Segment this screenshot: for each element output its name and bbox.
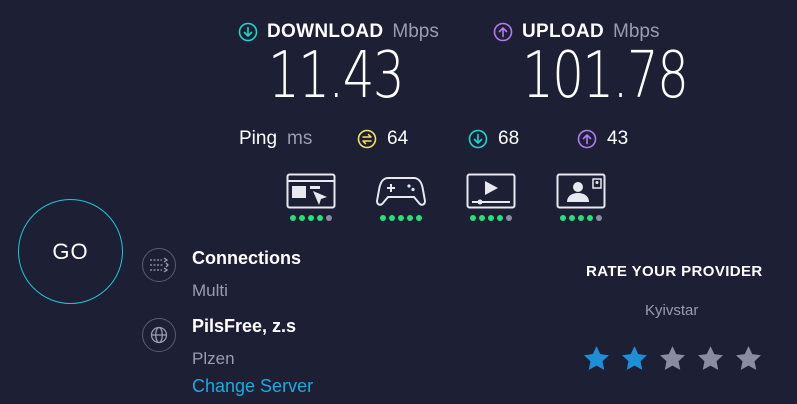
quality-dot-filled	[299, 215, 305, 221]
star-icon[interactable]	[696, 344, 725, 373]
quality-dot-filled	[488, 215, 494, 221]
download-value: 11.43	[268, 39, 405, 113]
globe-icon	[150, 326, 168, 344]
provider-name: Kyivstar	[645, 302, 699, 319]
experience-web-browsing	[286, 173, 336, 221]
quality-dot-filled	[569, 215, 575, 221]
quality-dot-filled	[317, 215, 323, 221]
quality-dot-filled	[497, 215, 503, 221]
experience-dots	[556, 215, 606, 221]
server-name: PilsFree, z.s	[192, 316, 297, 336]
experience-dots	[286, 215, 336, 221]
ping-upload-value: 43	[607, 128, 629, 149]
gaming-controller-icon	[376, 177, 426, 206]
quality-dot-filled	[398, 215, 404, 221]
experience-video-call	[556, 173, 606, 221]
ping-idle-value: 64	[387, 128, 409, 149]
star-icon[interactable]	[582, 344, 611, 373]
video-call-icon	[556, 173, 606, 209]
idle-latency-icon	[357, 129, 377, 149]
quality-dot-filled	[479, 215, 485, 221]
go-button[interactable]: GO	[18, 199, 123, 304]
quality-dot-filled	[578, 215, 584, 221]
server-location: Plzen	[192, 349, 235, 368]
experience-streaming	[466, 173, 516, 221]
connections-icon	[150, 257, 169, 273]
quality-dot-filled	[380, 215, 386, 221]
star-icon[interactable]	[658, 344, 687, 373]
connections-icon-wrap	[142, 248, 176, 282]
rating-stars	[582, 344, 763, 373]
experience-dots	[376, 215, 426, 221]
ping-label: Ping	[239, 128, 278, 149]
quality-dot-empty	[596, 215, 602, 221]
quality-dot-filled	[407, 215, 413, 221]
quality-dot-filled	[290, 215, 296, 221]
quality-dot-empty	[326, 215, 332, 221]
connections-value: Multi	[192, 281, 228, 300]
connections-title: Connections	[192, 248, 302, 268]
quality-dot-filled	[416, 215, 422, 221]
star-icon[interactable]	[734, 344, 763, 373]
quality-dot-filled	[587, 215, 593, 221]
upload-arrow-icon	[493, 22, 513, 42]
ping-label-group: Ping ms	[239, 128, 312, 150]
web-browsing-icon	[286, 173, 336, 209]
quality-dot-filled	[560, 215, 566, 221]
results-panel: DOWNLOAD Mbps 11.43 UPLOAD Mbps 101.78 P…	[0, 0, 797, 404]
star-icon[interactable]	[620, 344, 649, 373]
ping-download: 68	[468, 128, 519, 150]
quality-dot-empty	[506, 215, 512, 221]
experience-dots	[466, 215, 516, 221]
quality-dot-filled	[389, 215, 395, 221]
upload-value: 101.78	[522, 39, 689, 113]
ping-idle: 64	[357, 128, 408, 150]
upload-latency-icon	[577, 129, 597, 149]
change-server-link[interactable]: Change Server	[192, 376, 313, 397]
ping-unit: ms	[287, 128, 313, 149]
quality-dot-filled	[308, 215, 314, 221]
experience-gaming	[376, 173, 426, 221]
server-icon-wrap	[142, 318, 176, 352]
download-latency-icon	[468, 129, 488, 149]
download-arrow-icon	[238, 22, 258, 42]
ping-upload: 43	[577, 128, 628, 150]
video-streaming-icon	[466, 173, 516, 209]
quality-dot-filled	[470, 215, 476, 221]
ping-download-value: 68	[498, 128, 520, 149]
rate-provider-title: RATE YOUR PROVIDER	[586, 263, 763, 280]
